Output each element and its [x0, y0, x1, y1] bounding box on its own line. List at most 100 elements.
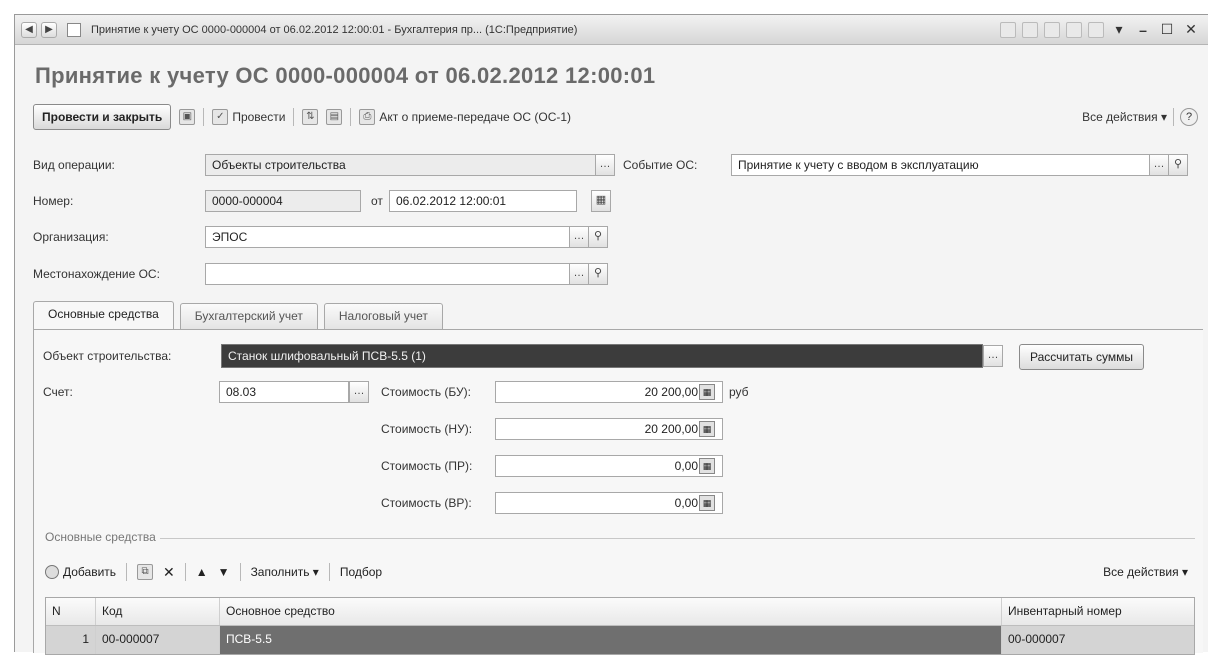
- event-search-icon[interactable]: ⚲: [1168, 154, 1188, 176]
- nav-buttons: ◀ ▶: [21, 21, 57, 38]
- calculate-sums-button[interactable]: Рассчитать суммы: [1019, 344, 1144, 370]
- post-label: Провести: [232, 110, 286, 124]
- add-label: Добавить: [63, 564, 117, 579]
- separator: [293, 108, 295, 126]
- memory-icon[interactable]: [1088, 21, 1104, 38]
- movements-icon[interactable]: ⇅: [302, 109, 319, 125]
- link-icon[interactable]: [1000, 21, 1016, 38]
- main-toolbar: Провести и закрыть ▣ ✓ Провести ⇅ ▤ ⎙ Ак…: [33, 103, 1198, 131]
- fill-menu[interactable]: Заполнить ▾: [251, 565, 319, 579]
- column-header-code[interactable]: Код: [96, 598, 220, 625]
- cost-vr-label: Стоимость (ВР):: [381, 496, 472, 510]
- separator: [203, 108, 205, 126]
- calculator-icon[interactable]: [1044, 21, 1060, 38]
- table-row[interactable]: 1 00-000007 ПСВ-5.5 00-000007: [46, 626, 1194, 654]
- printer-icon: ⎙: [359, 109, 376, 125]
- tab-bar: Основные средства Бухгалтерский учет Нал…: [33, 301, 443, 329]
- all-actions-menu[interactable]: Все действия ▾ ?: [1082, 108, 1198, 126]
- maximize-icon[interactable]: ☐: [1158, 21, 1176, 38]
- cost-vr-field[interactable]: 0,00: [495, 492, 723, 514]
- help-icon[interactable]: ?: [1180, 108, 1198, 126]
- table-header: N Код Основное средство Инвентарный номе…: [46, 598, 1194, 626]
- account-select-button[interactable]: …: [349, 381, 369, 403]
- assets-group-title: Основные средства: [45, 530, 160, 544]
- minimize-icon[interactable]: –: [1134, 22, 1152, 38]
- organization-search-icon[interactable]: ⚲: [588, 226, 608, 248]
- separator: [1173, 108, 1174, 126]
- window-controls: ▾ – ☐ ✕: [1000, 21, 1200, 38]
- calculator-icon[interactable]: ▦: [699, 458, 715, 474]
- save-icon[interactable]: ▣: [179, 109, 196, 125]
- cost-bu-label: Стоимость (БУ):: [381, 385, 471, 399]
- location-search-icon[interactable]: ⚲: [588, 263, 608, 285]
- number-field[interactable]: 0000-000004: [205, 190, 361, 212]
- add-button[interactable]: Добавить: [45, 565, 116, 580]
- object-label: Объект строительства:: [43, 349, 172, 363]
- window-title: Принятие к учету ОС 0000-000004 от 06.02…: [91, 23, 578, 36]
- separator: [350, 108, 352, 126]
- calendar-icon[interactable]: ▦: [591, 190, 611, 212]
- move-down-icon[interactable]: ▼: [218, 565, 230, 579]
- cost-nu-label: Стоимость (НУ):: [381, 422, 473, 436]
- assets-table: N Код Основное средство Инвентарный номе…: [45, 597, 1195, 655]
- organization-select-button[interactable]: …: [569, 226, 589, 248]
- tab-accounting[interactable]: Бухгалтерский учет: [179, 303, 318, 329]
- copy-icon[interactable]: ⧉: [137, 564, 154, 580]
- title-bar: ◀ ▶ Принятие к учету ОС 0000-000004 от 0…: [15, 15, 1208, 45]
- cost-bu-field[interactable]: 20 200,00: [495, 381, 723, 403]
- operation-select-button[interactable]: …: [595, 154, 615, 176]
- calculator-icon[interactable]: ▦: [699, 495, 715, 511]
- back-icon[interactable]: ◀: [21, 21, 37, 38]
- organization-field[interactable]: ЭПОС: [205, 226, 571, 248]
- currency-label: руб: [729, 385, 749, 399]
- document-window: ◀ ▶ Принятие к учету ОС 0000-000004 от 0…: [14, 14, 1208, 655]
- post-button[interactable]: ✓ Провести: [212, 109, 285, 125]
- delete-icon[interactable]: ✕: [163, 564, 175, 581]
- print-act-label: Акт о приеме-передаче ОС (ОС-1): [379, 110, 572, 124]
- event-select-button[interactable]: …: [1149, 154, 1169, 176]
- calendar-icon[interactable]: [1066, 21, 1082, 38]
- account-label: Счет:: [43, 385, 73, 399]
- location-select-button[interactable]: …: [569, 263, 589, 285]
- post-icon: ✓: [212, 109, 229, 125]
- date-field[interactable]: 06.02.2012 12:00:01: [389, 190, 577, 212]
- object-field[interactable]: Станок шлифовальный ПСВ-5.5 (1): [221, 344, 983, 368]
- operation-field[interactable]: Объекты строительства: [205, 154, 597, 176]
- pick-button[interactable]: Подбор: [340, 565, 382, 579]
- date-prefix: от: [371, 194, 383, 208]
- menu-arrow-icon[interactable]: ▾: [1110, 21, 1128, 38]
- event-field[interactable]: Принятие к учету с вводом в эксплуатацию: [731, 154, 1151, 176]
- object-select-button[interactable]: …: [983, 345, 1003, 367]
- cell-asset[interactable]: ПСВ-5.5: [220, 626, 1002, 654]
- account-field[interactable]: 08.03: [219, 381, 349, 403]
- column-header-asset[interactable]: Основное средство: [220, 598, 1002, 625]
- document-icon: [67, 22, 81, 37]
- separator: [239, 563, 241, 581]
- cost-nu-field[interactable]: 20 200,00: [495, 418, 723, 440]
- close-icon[interactable]: ✕: [1182, 21, 1200, 38]
- location-label: Местонахождение ОС:: [33, 267, 160, 281]
- print-act-button[interactable]: ⎙ Акт о приеме-передаче ОС (ОС-1): [359, 109, 571, 125]
- cost-pr-label: Стоимость (ПР):: [381, 459, 473, 473]
- separator: [184, 563, 186, 581]
- move-up-icon[interactable]: ▲: [196, 565, 208, 579]
- calculator-icon[interactable]: ▦: [699, 384, 715, 400]
- cell-inventory: 00-000007: [1008, 632, 1066, 646]
- structure-icon[interactable]: ▤: [326, 109, 343, 125]
- post-and-close-button[interactable]: Провести и закрыть: [33, 104, 172, 130]
- cell-n: 1: [46, 626, 96, 654]
- table-toolbar: Добавить ⧉ ✕ ▲ ▼ Заполнить ▾ Подбор Все …: [45, 561, 1188, 583]
- all-actions-label: Все действия ▾: [1082, 110, 1167, 124]
- column-header-n[interactable]: N: [46, 598, 96, 625]
- tab-fixed-assets[interactable]: Основные средства: [33, 301, 174, 329]
- column-header-inventory[interactable]: Инвентарный номер: [1002, 598, 1186, 625]
- add-icon: [45, 565, 59, 580]
- tab-tax[interactable]: Налоговый учет: [323, 303, 443, 329]
- page-title: Принятие к учету ОС 0000-000004 от 06.02…: [35, 63, 656, 88]
- calculator-icon[interactable]: ▦: [699, 421, 715, 437]
- table-all-actions[interactable]: Все действия ▾: [1103, 565, 1188, 579]
- location-field[interactable]: [205, 263, 571, 285]
- forward-icon[interactable]: ▶: [41, 21, 57, 38]
- favorites-icon[interactable]: [1022, 21, 1038, 38]
- cost-pr-field[interactable]: 0,00: [495, 455, 723, 477]
